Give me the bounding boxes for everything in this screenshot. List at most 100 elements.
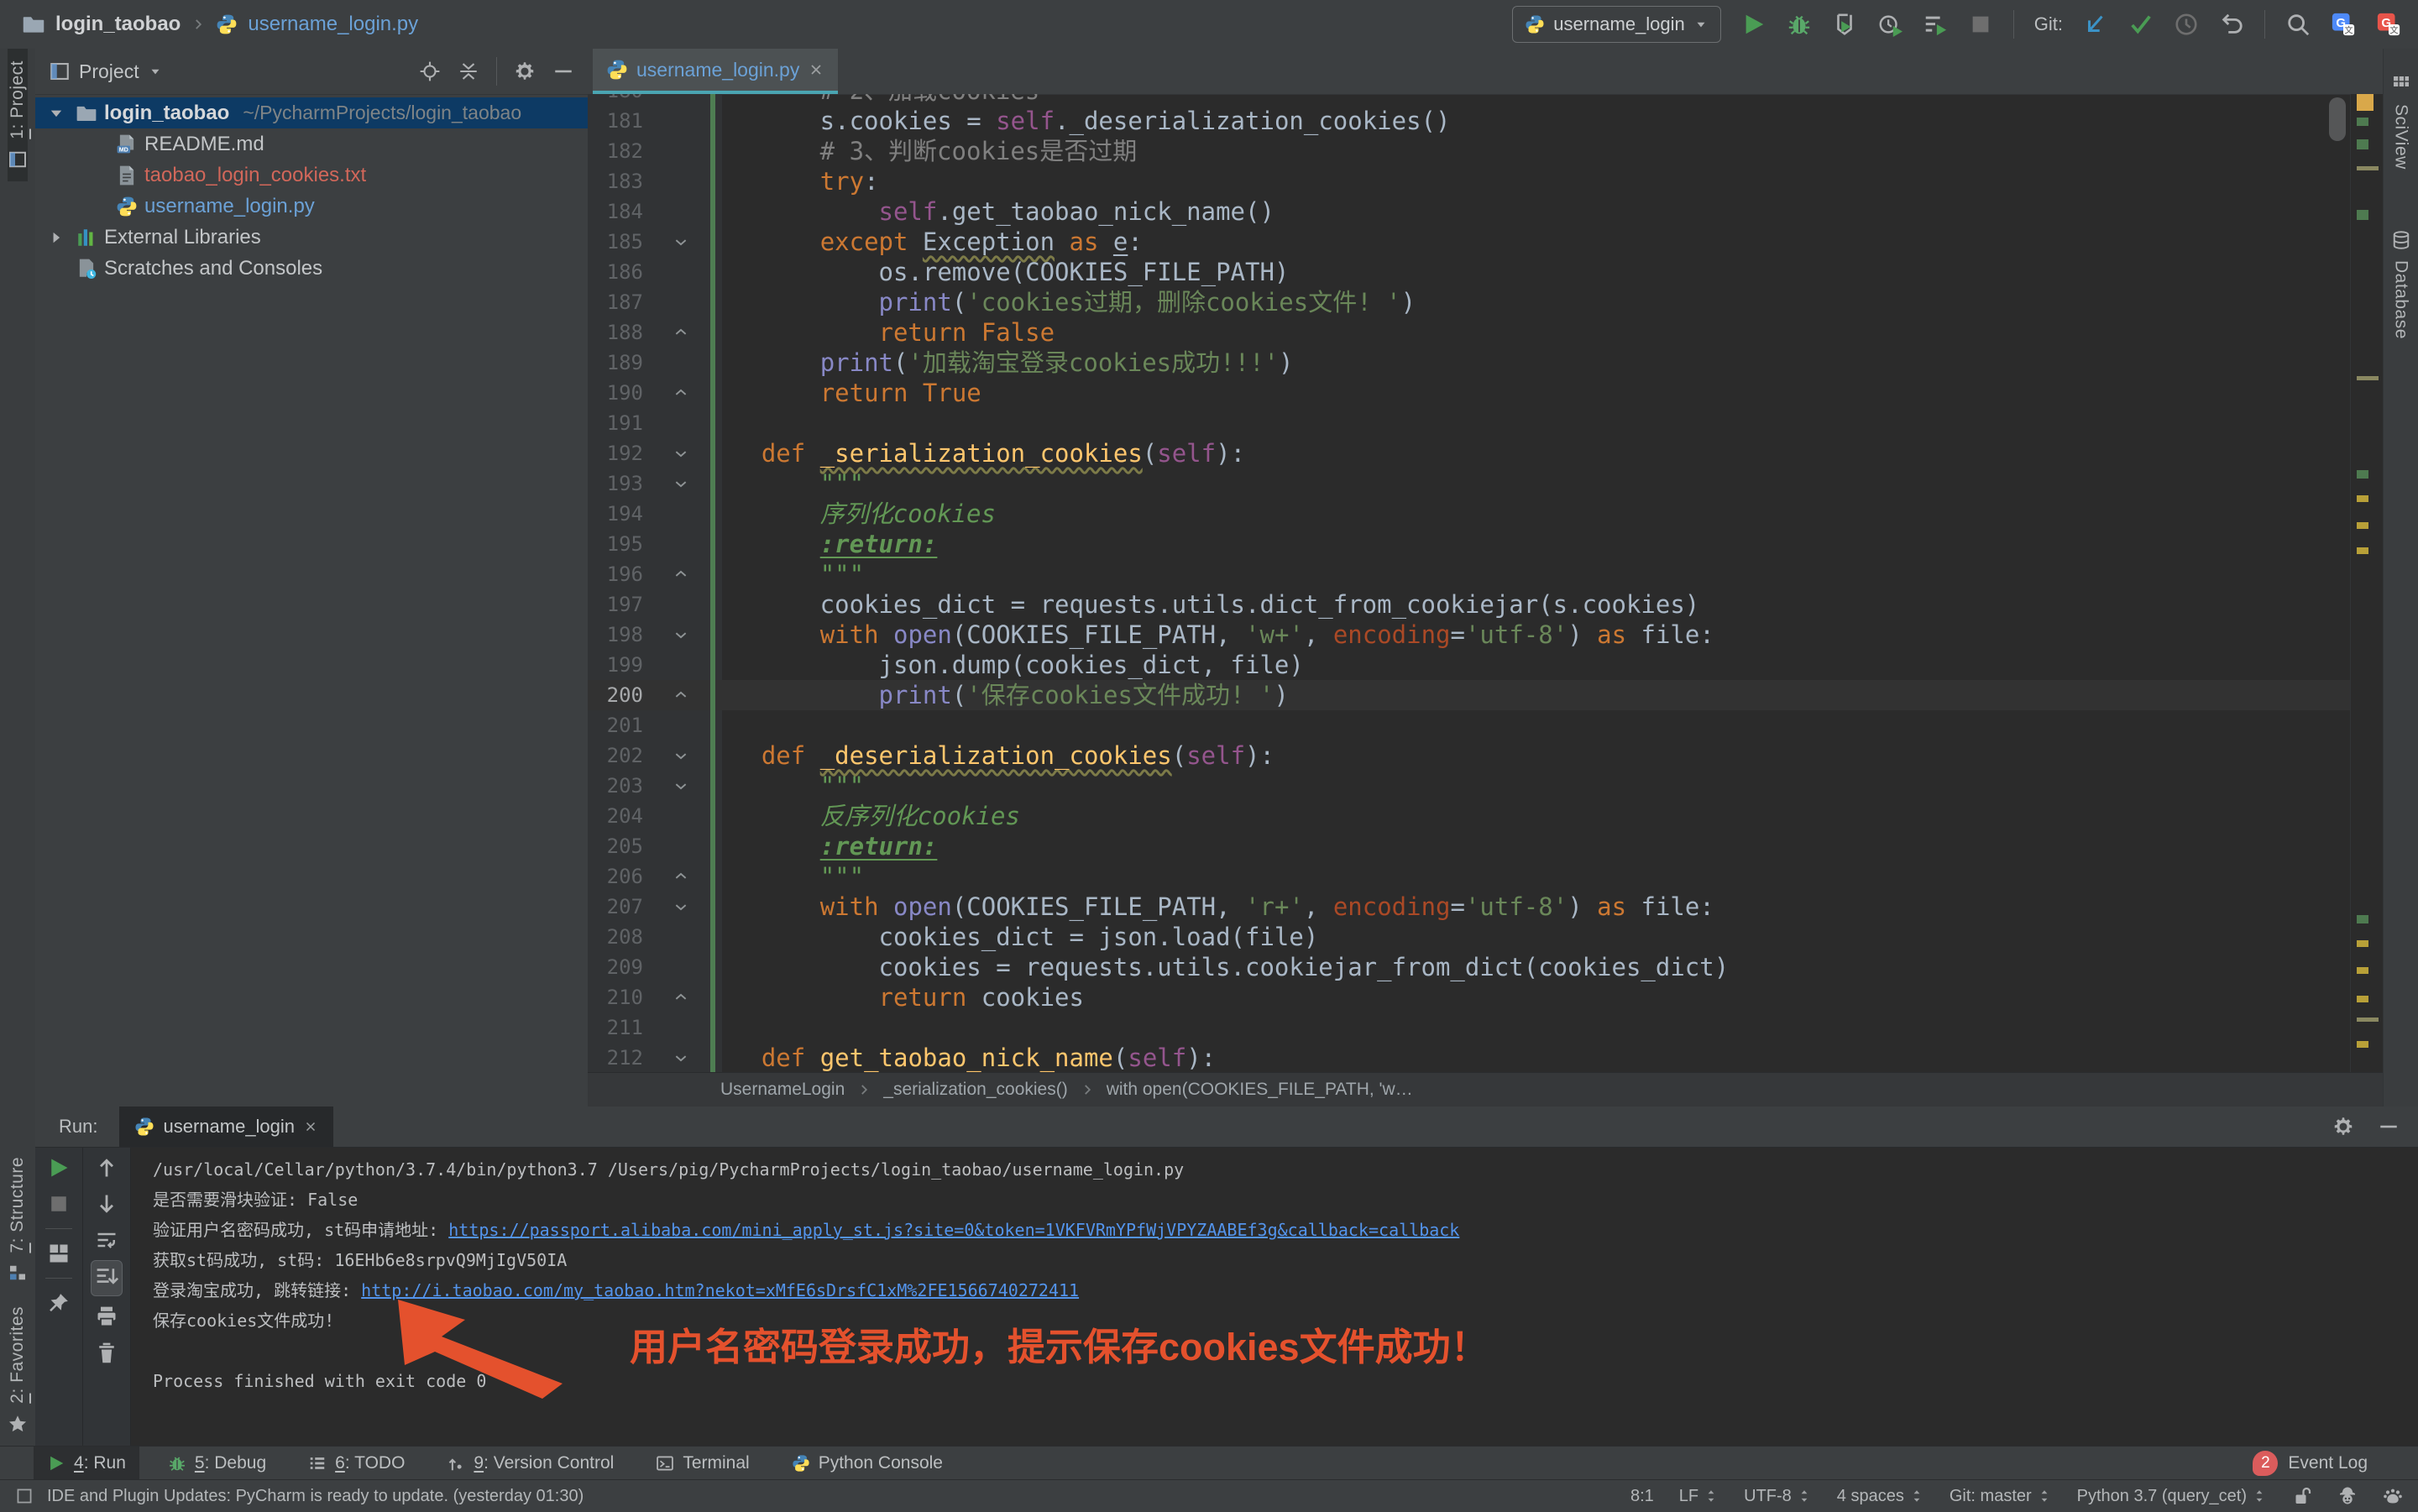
- code-line[interactable]: 209 cookies = requests.utils.cookiejar_f…: [588, 952, 2351, 982]
- gear-icon[interactable]: [2332, 1116, 2354, 1138]
- hide-panel-button[interactable]: [2378, 1116, 2400, 1138]
- status-widget-git-master[interactable]: Git: master: [1950, 1487, 2052, 1506]
- translate-plugin-alt-icon[interactable]: G文: [2376, 12, 2401, 37]
- tool-window-button-terminal[interactable]: Terminal: [642, 1447, 762, 1480]
- concurrency-diagram-button[interactable]: [1923, 12, 1948, 37]
- fold-end-icon[interactable]: [643, 378, 703, 408]
- code-line[interactable]: 205 :return:: [588, 831, 2351, 861]
- stripe-mark[interactable]: [2357, 94, 2374, 111]
- code-line[interactable]: 190 return True: [588, 378, 2351, 408]
- console-output[interactable]: /usr/local/Cellar/python/3.7.4/bin/pytho…: [131, 1148, 2418, 1446]
- stripe-button-2-favorites[interactable]: 2: Favorites: [8, 1295, 28, 1446]
- scroll-to-end-button[interactable]: [91, 1260, 123, 1296]
- fold-collapse-icon[interactable]: [643, 740, 703, 771]
- code-line[interactable]: 196 """: [588, 559, 2351, 589]
- git-update-button[interactable]: [2083, 12, 2108, 37]
- rollback-button[interactable]: [2219, 12, 2244, 37]
- tree-item-taobao-login-cookies-txt[interactable]: taobao_login_cookies.txt: [35, 160, 588, 191]
- code-line[interactable]: 210 return cookies: [588, 982, 2351, 1012]
- tree-item-scratches-and-consoles[interactable]: Scratches and Consoles: [35, 253, 588, 284]
- locate-file-button[interactable]: [419, 60, 441, 82]
- chevron-down-icon[interactable]: [44, 104, 69, 123]
- history-button[interactable]: [2174, 12, 2199, 37]
- code-line[interactable]: 183 try:: [588, 166, 2351, 196]
- run-configuration-select[interactable]: username_login: [1512, 6, 1721, 43]
- baidu-translate-icon[interactable]: [2383, 1486, 2403, 1506]
- soft-wrap-button[interactable]: [95, 1228, 118, 1252]
- restore-layout-button[interactable]: [47, 1242, 71, 1265]
- code-line[interactable]: 206 """: [588, 861, 2351, 892]
- stripe-mark[interactable]: [2357, 376, 2379, 380]
- code-line[interactable]: 198 with open(COOKIES_FILE_PATH, 'w+', e…: [588, 620, 2351, 650]
- code-line[interactable]: 187 print('cookies过期，删除cookies文件! '): [588, 287, 2351, 317]
- editor-scrollbar[interactable]: [2329, 97, 2346, 141]
- fold-end-icon[interactable]: [643, 317, 703, 348]
- stripe-button-database[interactable]: Database: [2391, 218, 2411, 351]
- console-link[interactable]: https://passport.alibaba.com/mini_apply_…: [448, 1220, 1459, 1240]
- code-line[interactable]: 185 except Exception as e:: [588, 227, 2351, 257]
- stripe-mark[interactable]: [2357, 139, 2368, 149]
- debug-button[interactable]: [1787, 12, 1812, 37]
- code-line[interactable]: 208 cookies_dict = json.load(file): [588, 922, 2351, 952]
- fold-end-icon[interactable]: [643, 680, 703, 710]
- tree-item-external-libraries[interactable]: External Libraries: [35, 222, 588, 253]
- error-stripe[interactable]: [2350, 94, 2383, 1073]
- fold-collapse-icon[interactable]: [643, 1043, 703, 1073]
- fold-collapse-icon[interactable]: [643, 620, 703, 650]
- run-tab[interactable]: username_login: [119, 1107, 333, 1147]
- stripe-button-1-project[interactable]: 1: Project: [8, 49, 28, 181]
- stripe-mark[interactable]: [2357, 547, 2368, 554]
- code-line[interactable]: 192 def _serialization_cookies(self):: [588, 438, 2351, 468]
- fold-end-icon[interactable]: [643, 559, 703, 589]
- down-stack-trace-button[interactable]: [95, 1192, 118, 1216]
- profiler-button[interactable]: [1877, 12, 1902, 37]
- hector-inspections-icon[interactable]: [2337, 1486, 2358, 1506]
- git-commit-button[interactable]: [2128, 12, 2154, 37]
- editor-tab[interactable]: username_login.py: [593, 49, 838, 94]
- code-line[interactable]: 194 序列化cookies: [588, 499, 2351, 529]
- stop-button[interactable]: [47, 1192, 71, 1216]
- code-line[interactable]: 181 s.cookies = self._deserialization_co…: [588, 106, 2351, 136]
- lock-open-icon[interactable]: [2292, 1486, 2312, 1506]
- stripe-mark[interactable]: [2357, 967, 2368, 974]
- tool-window-button-python-console[interactable]: Python Console: [778, 1447, 956, 1480]
- code-line[interactable]: 211: [588, 1012, 2351, 1043]
- code-line[interactable]: 200 print('保存cookies文件成功! '): [588, 680, 2351, 710]
- event-log-button[interactable]: 2 Event Log: [2253, 1451, 2368, 1476]
- stripe-button-7-structure[interactable]: 7: Structure: [8, 1145, 28, 1295]
- run-with-coverage-button[interactable]: [1832, 12, 1857, 37]
- fold-collapse-icon[interactable]: [643, 771, 703, 801]
- code-line[interactable]: 188 return False: [588, 317, 2351, 348]
- tool-window-button-4-run[interactable]: 4: Run: [34, 1447, 139, 1480]
- code-line[interactable]: 201: [588, 710, 2351, 740]
- breadcrumb-item[interactable]: with open(COOKIES_FILE_PATH, 'w…: [1107, 1080, 1413, 1100]
- collapse-all-button[interactable]: [458, 60, 479, 82]
- status-widget-8-1[interactable]: 8:1: [1630, 1487, 1654, 1506]
- code-line[interactable]: 182 # 3、判断cookies是否过期: [588, 136, 2351, 166]
- stripe-mark[interactable]: [2357, 915, 2368, 923]
- close-icon[interactable]: [303, 1119, 318, 1134]
- stripe-mark[interactable]: [2357, 118, 2368, 126]
- status-widget-lf[interactable]: LF: [1679, 1487, 1719, 1506]
- stripe-mark[interactable]: [2357, 1041, 2368, 1048]
- code-line[interactable]: 207 with open(COOKIES_FILE_PATH, 'r+', e…: [588, 892, 2351, 922]
- stripe-mark[interactable]: [2357, 495, 2368, 502]
- tree-item-readme-md[interactable]: MDREADME.md: [35, 128, 588, 160]
- status-widget-4-spaces[interactable]: 4 spaces: [1837, 1487, 1924, 1506]
- tool-window-button-5-debug[interactable]: 5: Debug: [154, 1447, 280, 1480]
- stripe-mark[interactable]: [2357, 1018, 2379, 1022]
- stripe-mark[interactable]: [2357, 940, 2368, 947]
- close-icon[interactable]: [808, 61, 824, 78]
- code-line[interactable]: 212 def get_taobao_nick_name(self):: [588, 1043, 2351, 1073]
- rerun-button[interactable]: [47, 1156, 71, 1180]
- stop-button[interactable]: [1968, 12, 1993, 37]
- fold-collapse-icon[interactable]: [643, 892, 703, 922]
- project-panel-title[interactable]: Project: [79, 60, 139, 83]
- code-line[interactable]: 189 print('加载淘宝登录cookies成功!!!'): [588, 348, 2351, 378]
- gear-icon[interactable]: [514, 60, 536, 82]
- clear-all-button[interactable]: [95, 1341, 118, 1364]
- code-line[interactable]: 203 """: [588, 771, 2351, 801]
- status-widget-python-3-7-query-cet[interactable]: Python 3.7 (query_cet): [2077, 1487, 2267, 1506]
- code-line[interactable]: 195 :return:: [588, 529, 2351, 559]
- fold-collapse-icon[interactable]: [643, 227, 703, 257]
